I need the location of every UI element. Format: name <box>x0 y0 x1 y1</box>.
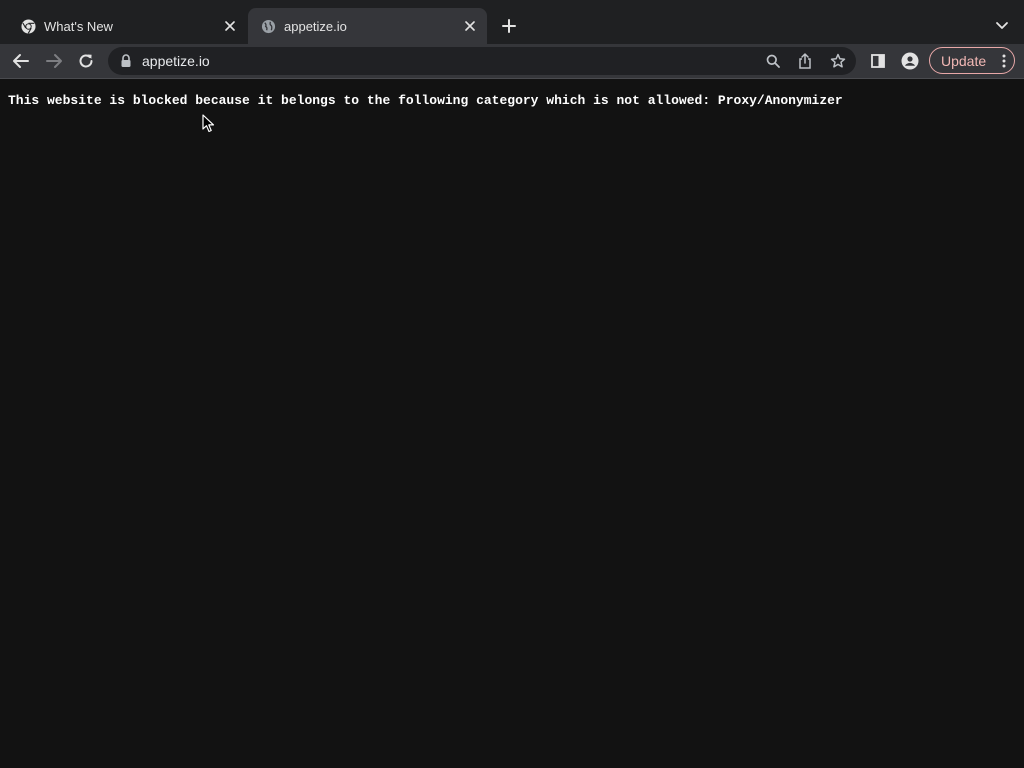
arrow-right-icon <box>46 54 62 68</box>
tab-title: What's New <box>44 18 113 34</box>
tab-whats-new[interactable]: What's New <box>8 8 247 44</box>
reload-button[interactable] <box>74 49 98 73</box>
side-panel-button[interactable] <box>866 49 890 73</box>
address-bar[interactable]: appetize.io <box>108 47 856 75</box>
blocked-message: This website is blocked because it belon… <box>8 93 843 108</box>
tab-appetize[interactable]: appetize.io <box>248 8 487 44</box>
tab-title: appetize.io <box>284 18 347 34</box>
forward-button[interactable] <box>42 49 66 73</box>
side-panel-icon <box>871 54 885 68</box>
search-icon[interactable] <box>763 51 783 71</box>
globe-icon <box>260 18 276 34</box>
new-tab-button[interactable] <box>497 14 521 38</box>
plus-icon <box>502 19 516 33</box>
reload-icon <box>79 54 93 68</box>
more-menu-icon[interactable] <box>1002 53 1006 72</box>
chevron-down-icon <box>996 22 1008 29</box>
mouse-cursor-icon <box>202 114 215 138</box>
close-icon[interactable] <box>461 17 479 35</box>
page-content: This website is blocked because it belon… <box>0 79 1024 768</box>
avatar-icon <box>901 52 919 70</box>
bookmark-star-icon[interactable] <box>828 51 848 71</box>
update-label: Update <box>941 52 987 69</box>
share-icon[interactable] <box>795 51 815 71</box>
browser-toolbar: appetize.io Update <box>0 44 1024 79</box>
chrome-icon <box>20 18 36 34</box>
back-button[interactable] <box>9 49 33 73</box>
profile-button[interactable] <box>898 49 922 73</box>
tab-search-button[interactable] <box>990 14 1014 38</box>
update-button[interactable]: Update <box>929 47 1015 74</box>
close-icon[interactable] <box>221 17 239 35</box>
tab-strip: What's New appetize.io <box>0 0 1024 44</box>
url-text[interactable]: appetize.io <box>142 53 210 69</box>
arrow-left-icon <box>13 54 29 68</box>
lock-icon[interactable] <box>120 54 132 68</box>
